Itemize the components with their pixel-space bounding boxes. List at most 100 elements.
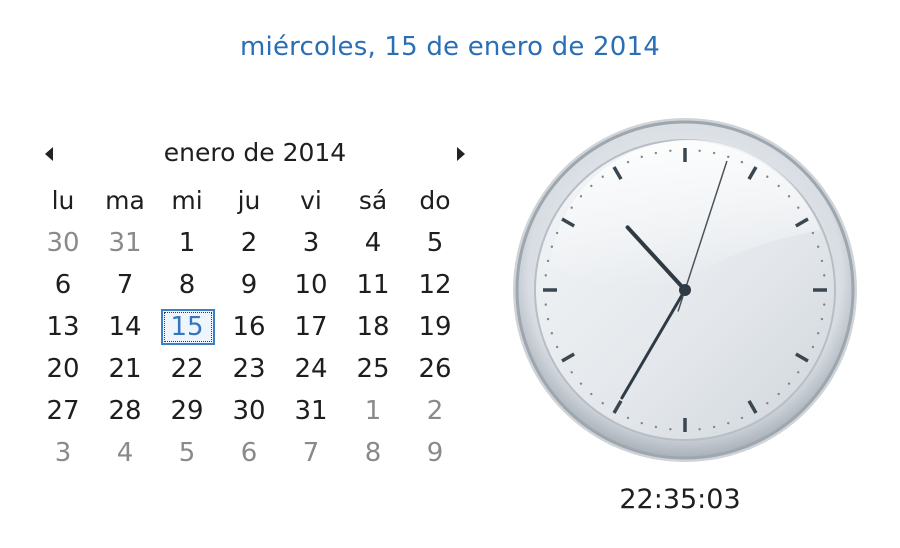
minute-tick <box>740 160 744 164</box>
minute-tick <box>797 206 800 209</box>
minute-tick <box>816 245 820 248</box>
analog-clock <box>510 115 860 465</box>
analog-clock-icon <box>513 118 857 462</box>
minute-tick <box>640 155 643 159</box>
weekday-header: do <box>419 186 451 215</box>
minute-tick <box>544 303 547 306</box>
minute-tick <box>555 345 559 349</box>
minute-tick <box>601 402 604 405</box>
minute-tick <box>550 332 554 335</box>
calendar-day[interactable]: 25 <box>342 348 404 390</box>
minute-tick <box>544 274 547 277</box>
minute-tick <box>797 371 800 374</box>
calendar-day[interactable]: 7 <box>94 264 156 306</box>
minute-tick <box>727 421 730 425</box>
calendar-day[interactable]: 12 <box>404 264 466 306</box>
calendar-day[interactable]: 3 <box>280 222 342 264</box>
next-month-button[interactable] <box>448 142 472 166</box>
calendar-day[interactable]: 5 <box>156 432 218 474</box>
calendar-day[interactable]: 27 <box>32 390 94 432</box>
minute-tick <box>727 155 730 159</box>
calendar-day-today[interactable]: 15 <box>156 306 218 348</box>
digital-time-readout: 22:35:03 <box>619 484 741 515</box>
calendar-day[interactable]: 30 <box>32 222 94 264</box>
calendar-day[interactable]: 1 <box>156 222 218 264</box>
calendar-day[interactable]: 2 <box>404 390 466 432</box>
calendar-grid: lu ma mi ju vi sá do 30 31 1 2 3 4 5 6 7 8 9 10 11 12 13 14 15 1… <box>32 180 480 474</box>
minute-tick <box>766 175 769 178</box>
minute-tick <box>640 421 643 425</box>
calendar-day[interactable]: 11 <box>342 264 404 306</box>
calendar-day[interactable]: 21 <box>94 348 156 390</box>
calendar-day[interactable]: 26 <box>404 348 466 390</box>
calendar-day[interactable]: 5 <box>404 222 466 264</box>
calendar-day[interactable]: 8 <box>342 432 404 474</box>
minute-tick <box>823 303 826 306</box>
weekday-header: lu <box>51 186 75 215</box>
calendar-day[interactable]: 18 <box>342 306 404 348</box>
calendar-day[interactable]: 14 <box>94 306 156 348</box>
minute-tick <box>546 317 550 321</box>
calendar-day[interactable]: 6 <box>32 264 94 306</box>
minute-tick <box>820 259 824 263</box>
weekday-header: ju <box>237 186 261 215</box>
weekday-header: ma <box>105 186 145 215</box>
minute-tick <box>570 371 573 374</box>
calendar-day[interactable]: 8 <box>156 264 218 306</box>
minute-tick <box>654 425 658 429</box>
calendar-day[interactable]: 10 <box>280 264 342 306</box>
calendar-day[interactable]: 6 <box>218 432 280 474</box>
calendar-day[interactable]: 19 <box>404 306 466 348</box>
calendar-day[interactable]: 7 <box>280 432 342 474</box>
calendar-day[interactable]: 4 <box>342 222 404 264</box>
minute-tick <box>669 149 672 152</box>
weekday-header: mi <box>171 186 203 215</box>
minute-tick <box>550 245 554 248</box>
minute-tick <box>766 402 769 405</box>
calendar-day[interactable]: 24 <box>280 348 342 390</box>
minute-tick <box>777 184 780 188</box>
minute-tick <box>579 195 583 198</box>
previous-month-button[interactable] <box>38 142 62 166</box>
minute-tick <box>626 160 630 164</box>
calendar-day[interactable]: 28 <box>94 390 156 432</box>
calendar-day[interactable]: 20 <box>32 348 94 390</box>
minute-tick <box>601 175 604 178</box>
calendar-day[interactable]: 1 <box>342 390 404 432</box>
minute-tick <box>698 149 701 152</box>
calendar-navigation: enero de 2014 <box>30 130 480 180</box>
calendar-day[interactable]: 31 <box>94 222 156 264</box>
calendar-panel: enero de 2014 lu ma mi ju vi sá do 30 31 1 2 3 4 5 6 7 8… <box>30 130 480 474</box>
calendar-day[interactable]: 16 <box>218 306 280 348</box>
calendar-day[interactable]: 13 <box>32 306 94 348</box>
calendar-day[interactable]: 31 <box>280 390 342 432</box>
minute-tick <box>816 332 820 335</box>
calendar-day[interactable]: 17 <box>280 306 342 348</box>
calendar-day[interactable]: 2 <box>218 222 280 264</box>
calendar-day[interactable]: 4 <box>94 432 156 474</box>
minute-tick <box>823 274 826 277</box>
minute-tick <box>811 231 815 235</box>
calendar-day[interactable]: 29 <box>156 390 218 432</box>
calendar-day[interactable]: 30 <box>218 390 280 432</box>
full-date-header[interactable]: miércoles, 15 de enero de 2014 <box>0 32 900 62</box>
calendar-day[interactable]: 23 <box>218 348 280 390</box>
minute-tick <box>579 382 583 385</box>
calendar-day[interactable]: 22 <box>156 348 218 390</box>
minute-tick <box>669 428 672 431</box>
month-title[interactable]: enero de 2014 <box>130 138 380 167</box>
calendar-day[interactable]: 9 <box>404 432 466 474</box>
weekday-header: sá <box>358 186 388 215</box>
minute-tick <box>654 151 658 155</box>
calendar-day[interactable]: 3 <box>32 432 94 474</box>
minute-tick <box>787 195 791 198</box>
minute-tick <box>555 231 559 235</box>
clock-center-pin <box>679 284 691 296</box>
minute-tick <box>712 151 716 155</box>
minute-tick <box>590 392 593 396</box>
minute-tick <box>787 382 791 385</box>
minute-tick <box>712 425 716 429</box>
minute-tick <box>626 416 630 420</box>
minute-tick <box>546 259 550 263</box>
calendar-day[interactable]: 9 <box>218 264 280 306</box>
